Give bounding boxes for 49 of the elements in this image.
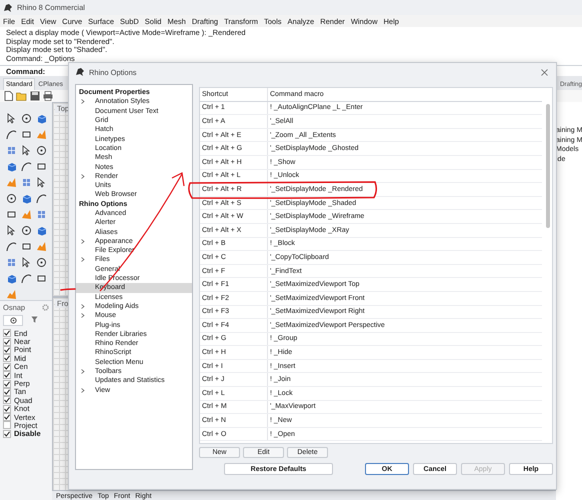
annotation-dash [60, 288, 76, 291]
new-document-icon[interactable] [4, 91, 13, 101]
target-icon [10, 317, 16, 324]
tool-icon[interactable] [36, 192, 47, 204]
dialog-logo-icon [75, 67, 85, 77]
tool-icon[interactable] [36, 144, 47, 156]
scrollbar[interactable] [546, 104, 550, 228]
save-icon[interactable] [30, 91, 40, 101]
chevron-icon[interactable] [81, 369, 85, 374]
tool-icon[interactable] [36, 272, 47, 284]
tool-icon[interactable] [21, 128, 32, 140]
tool-icon[interactable] [6, 192, 17, 204]
tool-icon[interactable] [6, 208, 17, 220]
tool-icon[interactable] [36, 176, 47, 188]
tool-icon[interactable] [36, 256, 47, 268]
chevron-icon[interactable] [81, 257, 85, 262]
filter-icon [30, 316, 38, 323]
tool-icon[interactable] [6, 112, 17, 124]
tool-icon[interactable] [21, 160, 32, 172]
chevron-icon[interactable] [81, 388, 85, 393]
tool-icon[interactable] [36, 160, 47, 172]
print-icon[interactable] [43, 91, 53, 101]
tool-icon[interactable] [6, 128, 17, 140]
checkbox[interactable] [3, 421, 11, 430]
checkbox[interactable] [3, 404, 11, 413]
checkbox[interactable] [3, 338, 11, 346]
panel-tab[interactable] [3, 315, 23, 326]
checkbox[interactable] [3, 371, 11, 380]
tool-icon[interactable] [21, 272, 32, 284]
checkbox[interactable] [3, 430, 11, 438]
close-icon[interactable] [541, 68, 548, 76]
settings-icon[interactable] [42, 304, 49, 311]
checkbox[interactable] [3, 396, 11, 404]
checkbox[interactable] [3, 413, 11, 422]
tool-icon[interactable] [21, 256, 32, 268]
chevron-icon[interactable] [81, 238, 85, 244]
app-logo-icon [3, 2, 13, 12]
checkbox[interactable] [3, 380, 11, 388]
tool-icon[interactable] [21, 240, 32, 252]
tool-icon[interactable] [6, 240, 17, 252]
tool-icon[interactable] [6, 224, 17, 236]
checkbox[interactable] [3, 362, 11, 371]
tool-icon[interactable] [21, 112, 32, 124]
chevron-icon[interactable] [81, 174, 85, 179]
checkbox[interactable] [3, 329, 11, 338]
tool-icon[interactable] [21, 144, 32, 156]
checkbox[interactable] [3, 354, 11, 362]
chevron-icon[interactable] [81, 99, 85, 104]
tool-icon[interactable] [21, 224, 32, 236]
